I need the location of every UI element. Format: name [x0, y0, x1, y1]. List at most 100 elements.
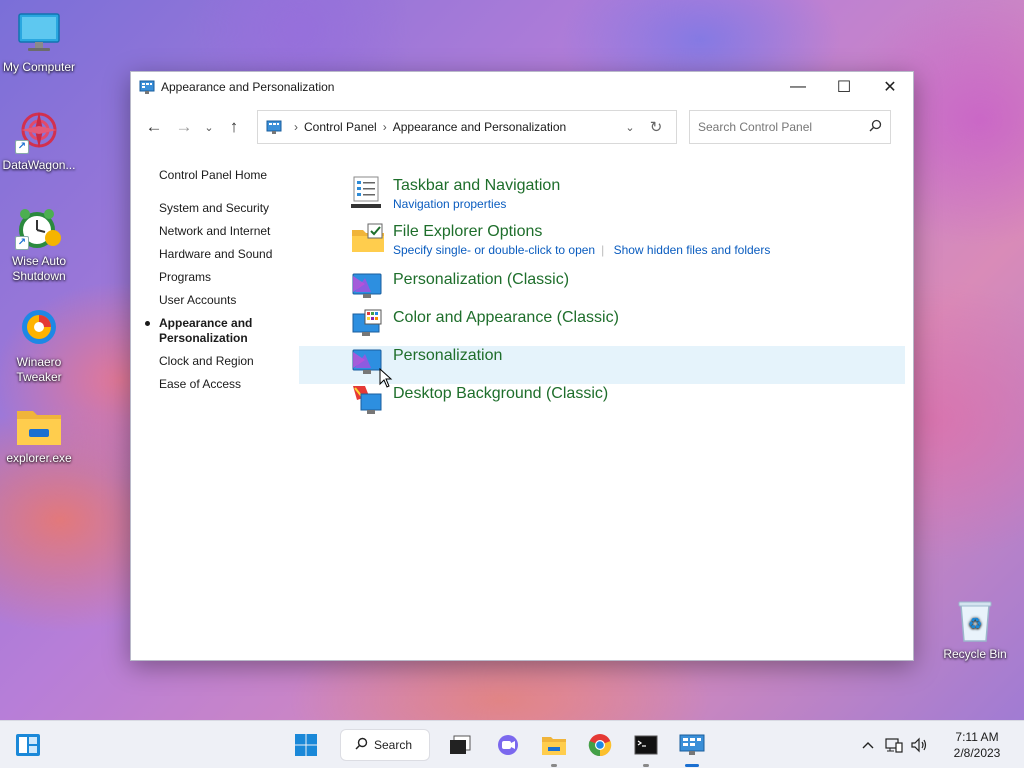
- category-title[interactable]: Personalization: [393, 346, 502, 366]
- control-panel-icon: [679, 734, 705, 755]
- terminal-button[interactable]: [630, 729, 662, 767]
- svg-text:♻: ♻: [968, 614, 982, 633]
- control-panel-home-link[interactable]: Control Panel Home: [159, 168, 339, 182]
- forward-button[interactable]: →: [169, 112, 199, 142]
- desktop-icon-label: My Computer: [2, 60, 76, 74]
- desktop-icon-label: Recycle Bin: [943, 647, 1007, 661]
- navigation-properties-link[interactable]: Navigation properties: [393, 197, 506, 211]
- search-box[interactable]: [689, 110, 891, 144]
- desktop-icon-label: Winaero Tweaker: [16, 355, 62, 384]
- desktop-icon-explorer-exe[interactable]: explorer.exe: [1, 401, 77, 466]
- chat-button[interactable]: [492, 729, 524, 761]
- desktop-icon-label: Wise Auto Shutdown: [11, 254, 67, 283]
- sidebar-item-system-security[interactable]: System and Security: [159, 201, 339, 216]
- search-icon[interactable]: [869, 119, 882, 135]
- sidebar-item-network-internet[interactable]: Network and Internet: [159, 224, 339, 239]
- title-bar[interactable]: Appearance and Personalization — ☐ ✕: [131, 72, 913, 102]
- show-hidden-files-link[interactable]: Show hidden files and folders: [614, 243, 771, 257]
- monitor-icon: [15, 10, 63, 58]
- desktop-icon-winaero-tweaker[interactable]: Winaero Tweaker: [1, 305, 77, 385]
- category-taskbar-navigation: Taskbar and Navigation Navigation proper…: [345, 176, 905, 222]
- maximize-button[interactable]: ☐: [821, 72, 867, 102]
- search-input[interactable]: [698, 120, 869, 134]
- start-button[interactable]: [290, 729, 322, 761]
- category-personalization-classic: Personalization (Classic): [345, 270, 905, 308]
- category-title[interactable]: File Explorer Options: [393, 222, 788, 242]
- close-button[interactable]: ✕: [867, 72, 913, 102]
- desktop-icon-wise-auto-shutdown[interactable]: ↗ Wise Auto Shutdown: [1, 204, 77, 284]
- clock-time: 7:11 AM: [955, 730, 999, 744]
- category-title[interactable]: Desktop Background (Classic): [393, 384, 608, 404]
- desktop-icon-recycle-bin[interactable]: ♻ Recycle Bin: [937, 597, 1013, 662]
- chrome-icon: [588, 734, 612, 757]
- category-personalization: Personalization: [299, 346, 905, 388]
- sidebar-item-programs[interactable]: Programs: [159, 270, 339, 285]
- sidebar-item-user-accounts[interactable]: User Accounts: [159, 293, 339, 308]
- sidebar-item-hardware-sound[interactable]: Hardware and Sound: [159, 247, 339, 262]
- show-hidden-icons-chevron-icon[interactable]: [856, 733, 880, 757]
- category-title[interactable]: Taskbar and Navigation: [393, 176, 560, 196]
- taskbar: Search 7:11 AM 2/8/2023: [0, 720, 1024, 768]
- recent-locations-button[interactable]: ⌄: [199, 112, 219, 142]
- category-title[interactable]: Color and Appearance (Classic): [393, 308, 619, 328]
- category-color-appearance-classic: Color and Appearance (Classic): [345, 308, 905, 346]
- color-appearance-icon: [351, 308, 385, 342]
- minimize-button[interactable]: —: [775, 72, 821, 102]
- click-settings-link[interactable]: Specify single- or double-click to open: [393, 243, 595, 257]
- refresh-icon[interactable]: ↻: [644, 118, 668, 136]
- address-bar[interactable]: › Control Panel › Appearance and Persona…: [257, 110, 677, 144]
- breadcrumb-separator[interactable]: ›: [294, 120, 298, 134]
- task-view-icon: [450, 735, 471, 754]
- alarm-clock-icon: ↗: [15, 204, 63, 252]
- taskbar-search[interactable]: Search: [340, 729, 430, 761]
- back-button[interactable]: ←: [139, 112, 169, 142]
- category-title[interactable]: Personalization (Classic): [393, 270, 569, 290]
- desktop-icon-datawagon[interactable]: ↗ DataWagon...: [1, 108, 77, 173]
- search-icon: [355, 737, 368, 753]
- category-desktop-background-classic: Desktop Background (Classic): [345, 384, 905, 422]
- active-window-indicator: [685, 764, 699, 767]
- desktop-icon-label: DataWagon...: [2, 158, 76, 172]
- desktop-icon-my-computer[interactable]: My Computer: [1, 10, 77, 75]
- desktop-background-icon: [351, 384, 385, 418]
- breadcrumb-control-panel[interactable]: Control Panel: [304, 120, 377, 134]
- address-dropdown-icon[interactable]: ⌄: [616, 121, 644, 134]
- navigation-toolbar: ← → ⌄ ↑ › Control Panel › Appearance and…: [131, 102, 913, 152]
- taskbar-icon: [351, 176, 385, 210]
- up-button[interactable]: ↑: [219, 112, 249, 142]
- terminal-icon: [634, 735, 658, 755]
- windows-logo-icon: [295, 734, 317, 756]
- file-explorer-button[interactable]: [538, 729, 570, 767]
- chrome-button[interactable]: [584, 729, 616, 761]
- folder-icon: [15, 401, 63, 449]
- recycle-bin-icon: ♻: [951, 597, 999, 645]
- widgets-button[interactable]: [12, 729, 44, 761]
- network-icon[interactable]: [882, 733, 906, 757]
- file-explorer-icon: [542, 737, 566, 755]
- clock[interactable]: 7:11 AM 2/8/2023: [940, 729, 1014, 761]
- control-panel-icon: [266, 119, 282, 135]
- winaero-icon: [15, 305, 63, 353]
- desktop-icon-label: explorer.exe: [6, 451, 72, 465]
- category-file-explorer-options: File Explorer Options Specify single- or…: [345, 222, 905, 270]
- control-panel-taskbar-button[interactable]: [676, 729, 708, 767]
- widgets-icon: [16, 734, 40, 756]
- folder-options-icon: [351, 222, 385, 256]
- shortcut-arrow-icon: ↗: [15, 140, 29, 154]
- clock-date: 2/8/2023: [953, 746, 1001, 760]
- breadcrumb-appearance[interactable]: Appearance and Personalization: [393, 120, 566, 134]
- window-title: Appearance and Personalization: [161, 80, 335, 94]
- task-view-button[interactable]: [444, 729, 476, 761]
- running-indicator: [643, 764, 649, 767]
- volume-icon[interactable]: [908, 733, 932, 757]
- show-desktop-button[interactable]: [1014, 721, 1024, 768]
- running-indicator: [551, 764, 557, 767]
- chat-icon: [498, 735, 518, 755]
- control-panel-window: Appearance and Personalization — ☐ ✕ ← →…: [130, 71, 914, 661]
- sidebar-item-appearance-personalization: Appearance and Personalization: [145, 316, 269, 346]
- breadcrumb-separator[interactable]: ›: [383, 120, 387, 134]
- taskbar-search-label: Search: [374, 738, 413, 752]
- control-panel-icon: [139, 79, 155, 95]
- personalization-icon: [351, 270, 385, 304]
- datawagon-icon: ↗: [15, 108, 63, 156]
